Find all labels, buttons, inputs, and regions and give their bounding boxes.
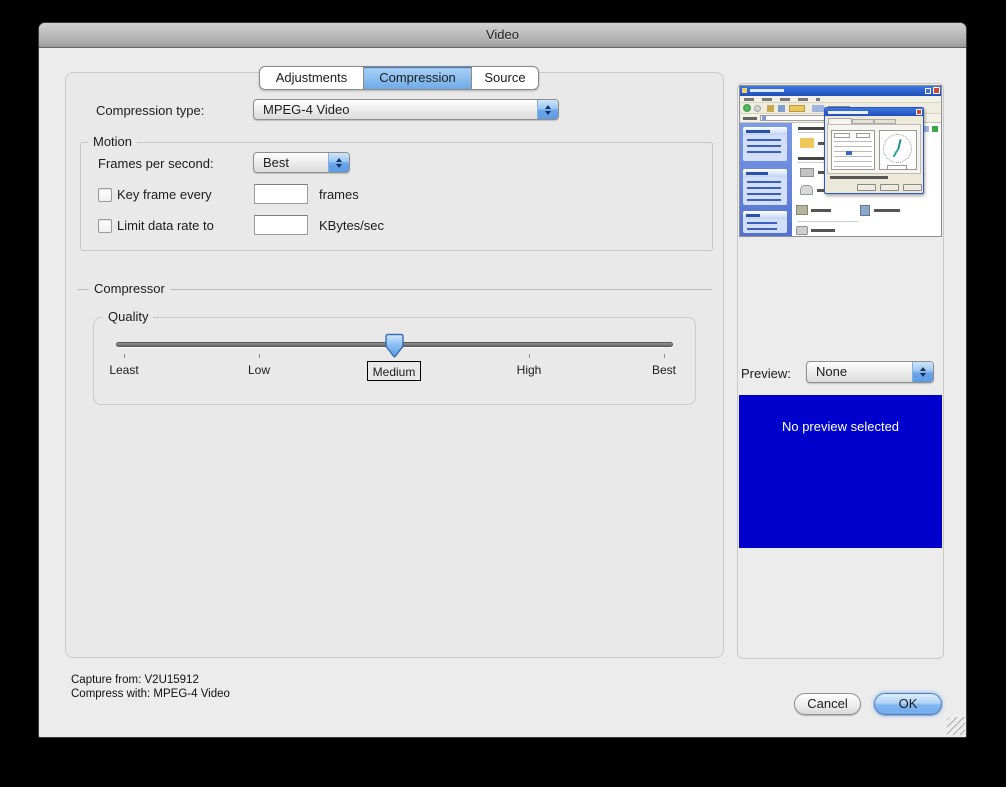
compression-type-label: Compression type: [96, 102, 204, 120]
data-rate-field[interactable] [254, 215, 308, 235]
key-frame-label: Key frame every [117, 186, 212, 204]
fps-label: Frames per second: [98, 155, 214, 173]
preview-display: No preview selected [739, 395, 942, 548]
key-frame-unit: frames [319, 186, 359, 204]
ok-button[interactable]: OK [874, 693, 942, 715]
data-rate-label: Limit data rate to [117, 217, 214, 235]
tab-source[interactable]: Source [471, 67, 538, 89]
tick-high [529, 354, 530, 358]
window-title: Video [39, 23, 966, 47]
screen: { "window": { "title": "Video" }, "tabs"… [0, 0, 1006, 787]
xp-titlebar [740, 86, 941, 96]
popup-arrows-icon [328, 153, 349, 172]
capture-from-text: Capture from: V2U15912 [71, 673, 199, 687]
preview-label: Preview: [741, 365, 791, 383]
tab-compression[interactable]: Compression [363, 67, 471, 89]
tab-bar: Adjustments Compression Source [259, 66, 539, 90]
key-frame-checkbox[interactable] [98, 188, 112, 202]
quality-slider-thumb[interactable] [385, 333, 404, 358]
capture-thumbnail [739, 85, 942, 237]
tick-best [664, 354, 665, 358]
compressor-divider [78, 289, 712, 290]
xp-disk-icon [800, 168, 814, 177]
video-settings-window: Video Adjustments Compression Source Com… [38, 22, 967, 738]
tick-least [124, 354, 125, 358]
key-frame-field[interactable] [254, 184, 308, 204]
quality-label-high: High [517, 363, 542, 377]
motion-group-title: Motion [88, 134, 137, 149]
xp-clock [879, 130, 917, 170]
quality-label-best: Best [652, 363, 676, 377]
compression-type-popup[interactable]: MPEG-4 Video [253, 99, 559, 120]
xp-task-pane [740, 123, 792, 236]
xp-close-icon [933, 87, 940, 94]
quality-label-least: Least [109, 363, 138, 377]
data-rate-checkbox[interactable] [98, 219, 112, 233]
xp-calendar [831, 130, 875, 170]
fps-popup[interactable]: Best [253, 152, 350, 173]
compressor-group-title: Compressor [89, 281, 170, 296]
cancel-button[interactable]: Cancel [794, 693, 861, 715]
quality-label-medium-focused: Medium [367, 361, 421, 381]
popup-arrows-icon [537, 100, 558, 119]
popup-arrows-icon [912, 362, 933, 382]
tab-adjustments[interactable]: Adjustments [260, 67, 363, 89]
quality-label-low: Low [248, 363, 270, 377]
data-rate-unit: KBytes/sec [319, 217, 384, 235]
resize-grip[interactable] [947, 717, 965, 735]
tick-low [259, 354, 260, 358]
quality-group-title: Quality [103, 309, 153, 324]
xp-dialog [824, 107, 924, 194]
xp-folder-icon [800, 138, 814, 148]
xp-back-icon [743, 104, 751, 112]
compression-type-value: MPEG-4 Video [254, 100, 558, 119]
no-preview-message: No preview selected [739, 419, 942, 434]
xp-menubar [740, 96, 941, 103]
preview-popup[interactable]: None [806, 361, 934, 383]
window-titlebar[interactable]: Video [39, 23, 966, 48]
compress-with-text: Compress with: MPEG-4 Video [71, 687, 230, 701]
